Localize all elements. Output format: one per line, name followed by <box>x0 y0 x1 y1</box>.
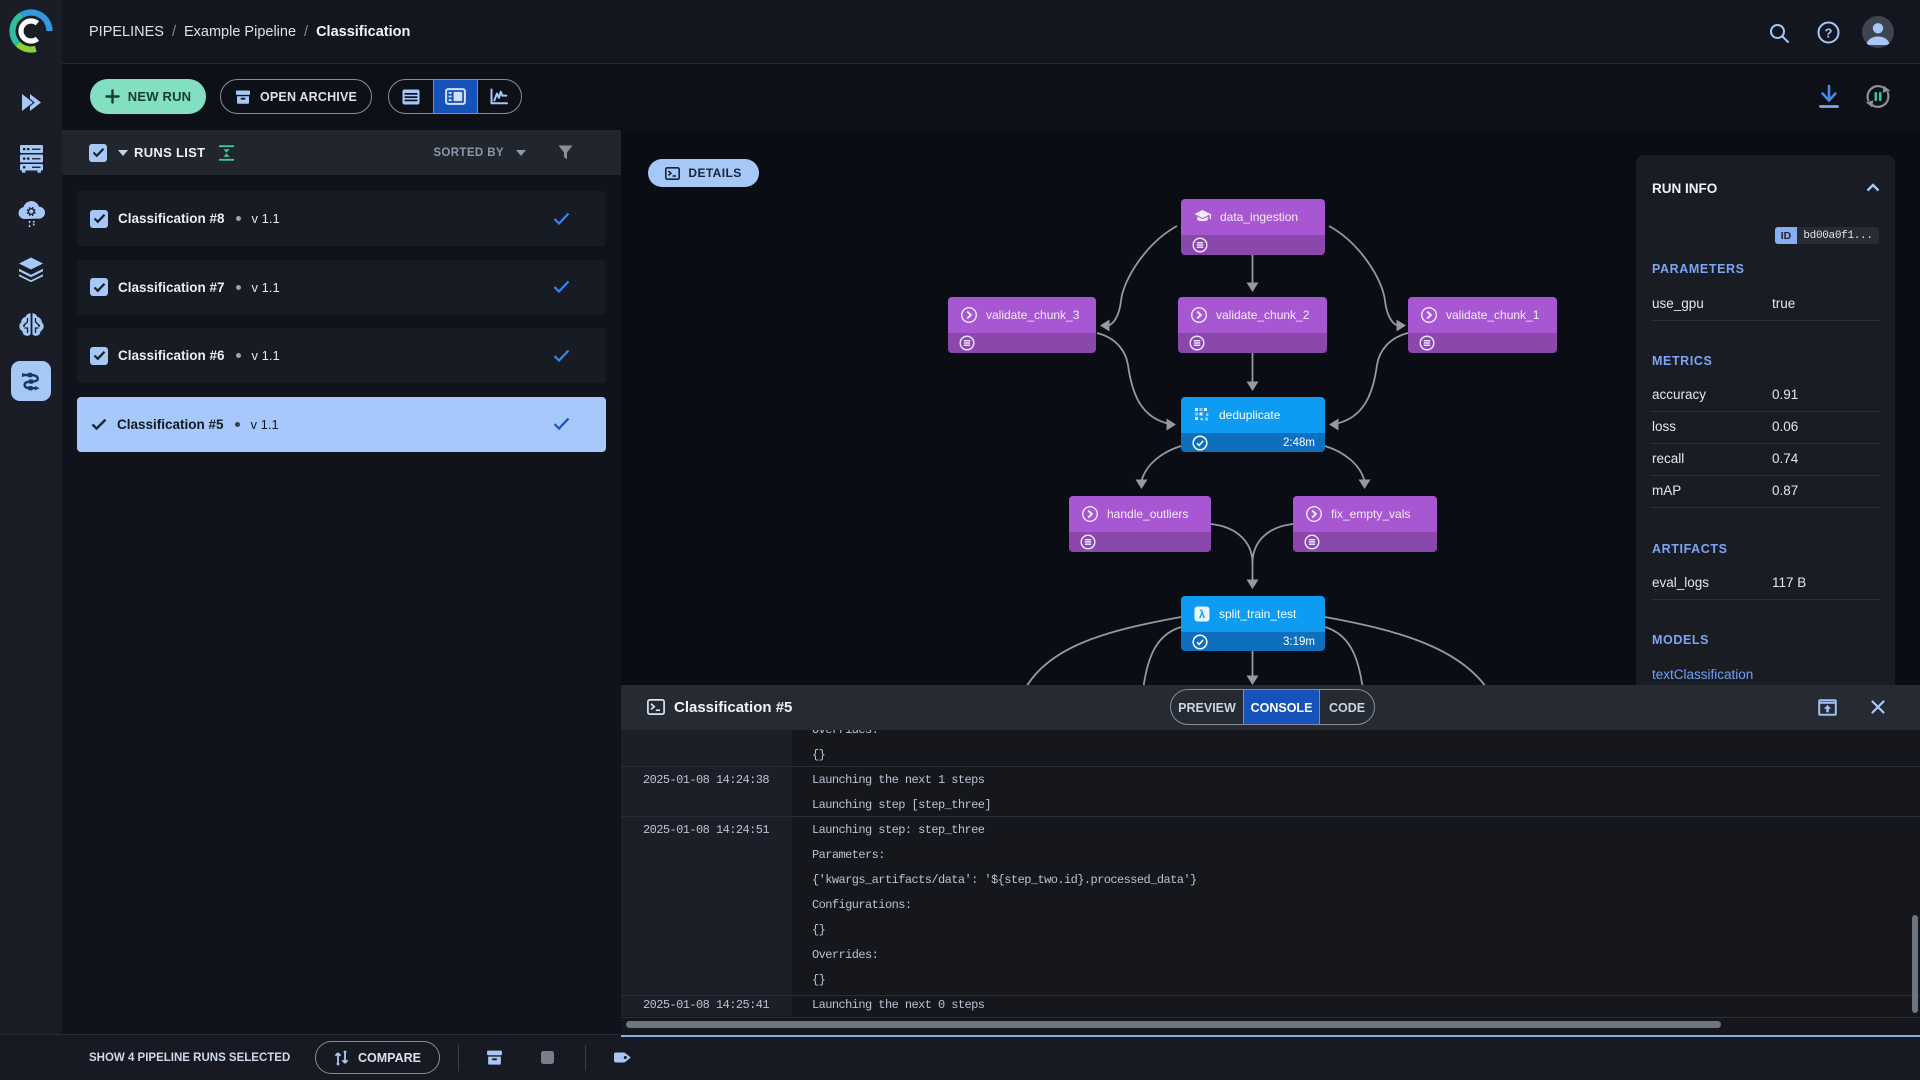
svg-text:λ: λ <box>1199 609 1205 621</box>
svg-text:?: ? <box>1825 25 1833 40</box>
